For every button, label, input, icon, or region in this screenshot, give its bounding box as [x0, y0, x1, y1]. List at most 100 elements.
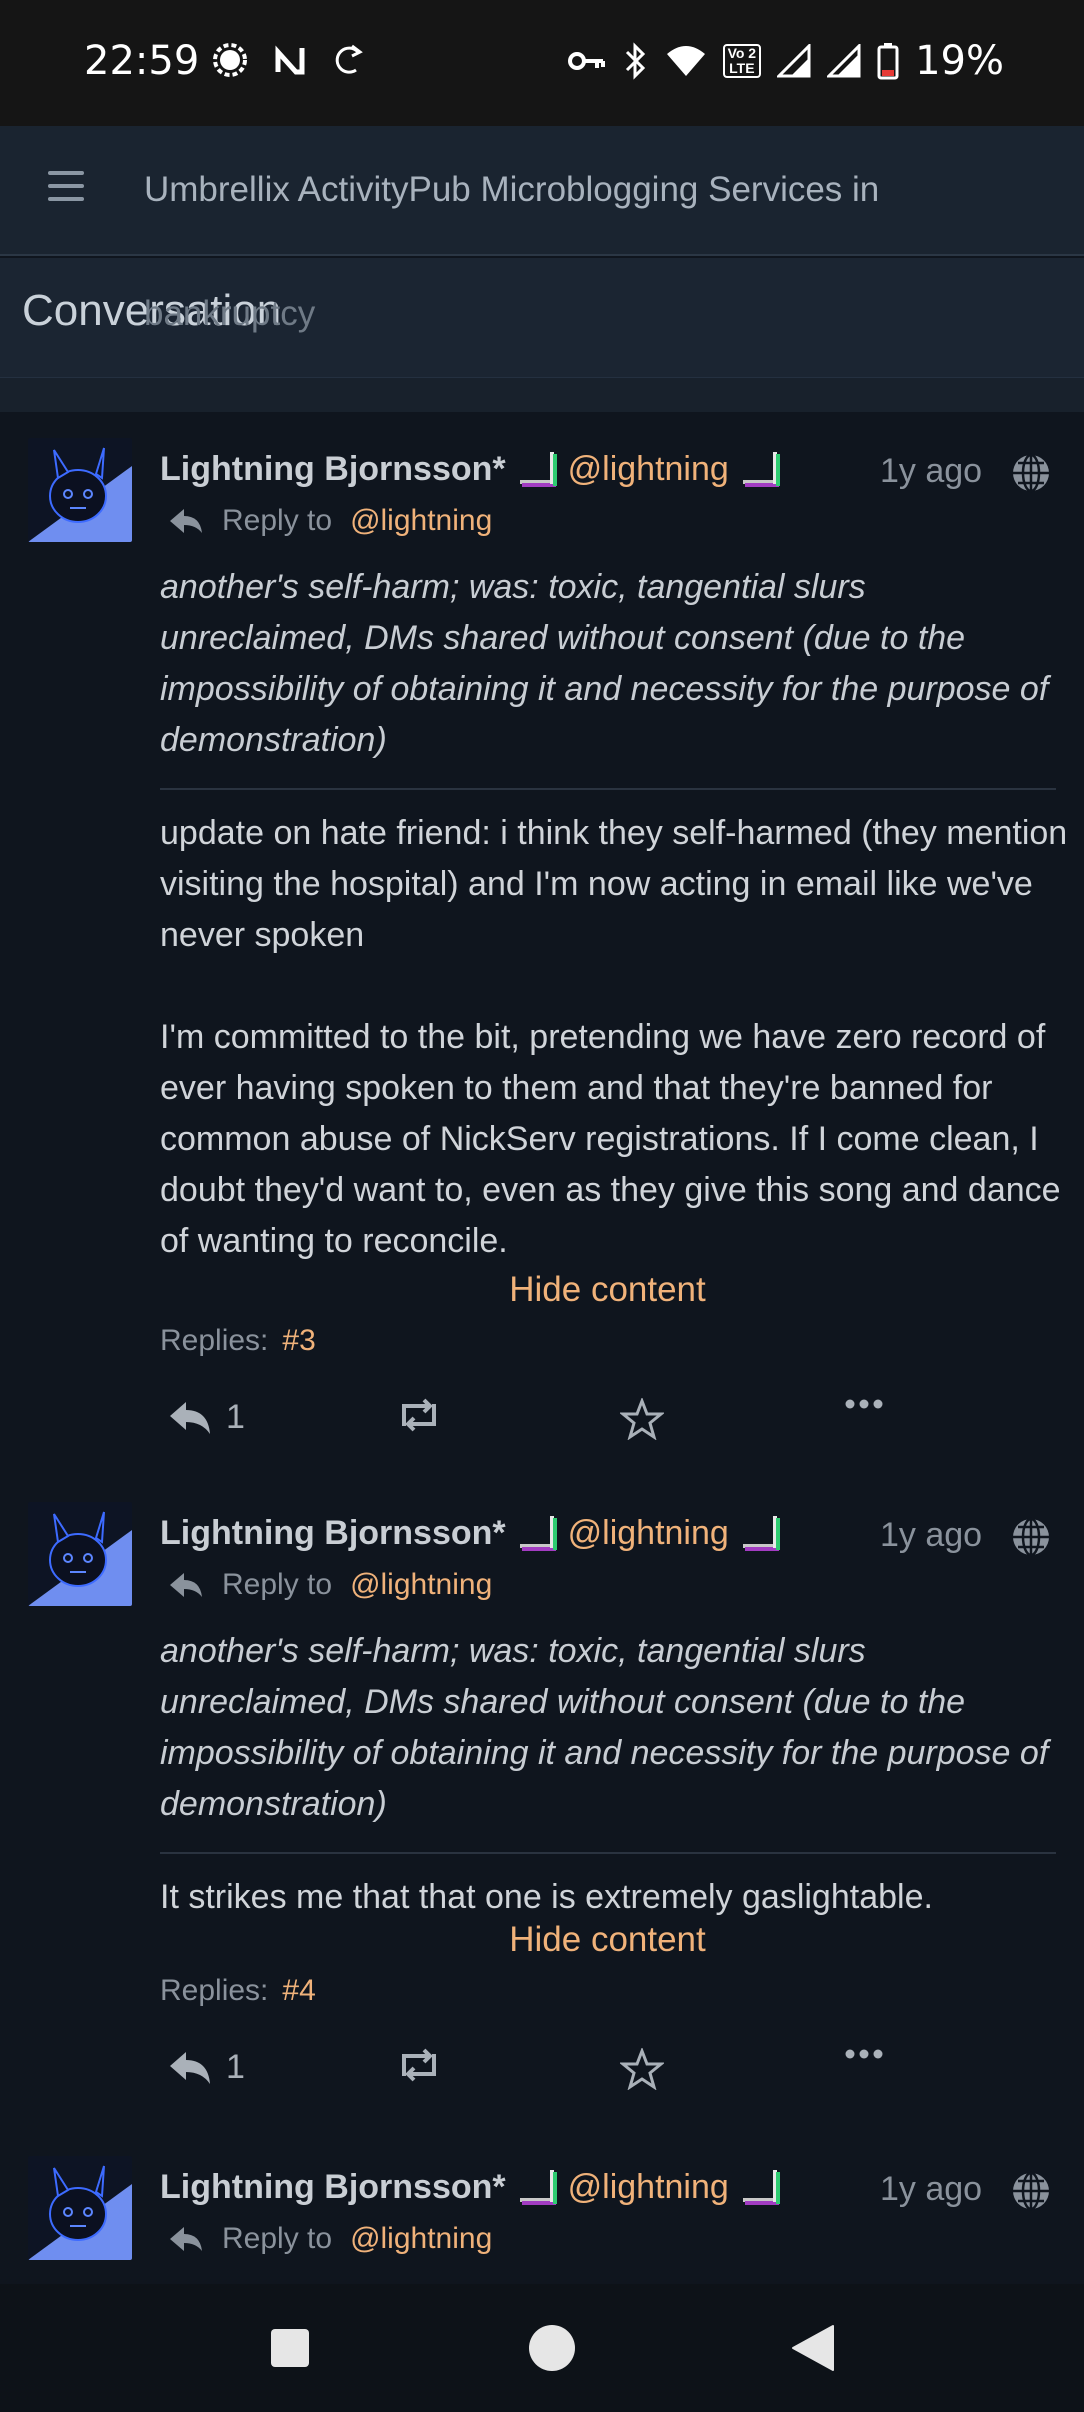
replies-row: Replies: #4: [160, 1974, 316, 2008]
content-warning[interactable]: another's self-harm; was: toxic, tangent…: [160, 1626, 1060, 1830]
status-right-icons: Vo 2 LTE 19%: [567, 38, 1004, 84]
reply-to-handle[interactable]: @lightning: [350, 1568, 492, 1602]
reply-link[interactable]: #3: [282, 1324, 315, 1358]
home-button[interactable]: [512, 2284, 592, 2412]
reply-to-label: Reply to: [222, 2222, 333, 2255]
boost-icon: [402, 1398, 436, 1432]
bluetooth-icon: [625, 42, 645, 80]
reply-to-line: Reply to @lightning: [168, 2222, 492, 2256]
more-options-button[interactable]: [844, 2048, 884, 2060]
pride-flag-icon: [742, 2170, 780, 2205]
reply-link[interactable]: #4: [282, 1974, 315, 2008]
replies-label: Replies:: [160, 1974, 269, 2007]
reply-arrow-icon: [170, 509, 202, 533]
status-time: 22:59: [84, 38, 200, 84]
reply-arrow-icon: [170, 1573, 202, 1597]
author-name[interactable]: Lightning Bjornsson*: [160, 450, 506, 489]
volte-lte-text: LTE: [729, 60, 755, 76]
author-handle[interactable]: @lightning: [568, 2168, 729, 2207]
more-icon: [845, 2049, 883, 2059]
more-options-button[interactable]: [844, 1398, 884, 1410]
cell-signal-icon: [827, 44, 861, 78]
post-author-row: Lightning Bjornsson* @lightning: [160, 2162, 791, 2212]
back-button[interactable]: [772, 2284, 852, 2412]
nfc-icon: [275, 45, 305, 75]
reply-button[interactable]: 1: [168, 2048, 245, 2087]
reply-icon: [170, 2051, 210, 2084]
content-warning[interactable]: another's self-harm; was: toxic, tangent…: [160, 562, 1060, 766]
volte-text: Vo 2: [727, 45, 757, 61]
app-screen: 22:59 Vo 2 LTE 19% Umbrellix ActivityPub…: [0, 0, 1084, 2412]
pride-flag-icon: [519, 2170, 557, 2205]
hide-content-toggle[interactable]: Hide content: [0, 1270, 1084, 1310]
status-bar: 22:59 Vo 2 LTE 19%: [0, 0, 1084, 126]
reply-to-line: Reply to @lightning: [168, 504, 492, 538]
post-actions: 1: [168, 2048, 908, 2108]
post-time[interactable]: 1y ago: [880, 1516, 982, 1555]
reply-count: 1: [226, 2048, 245, 2086]
pride-flag-icon: [519, 1516, 557, 1551]
hide-content-toggle[interactable]: Hide content: [0, 1920, 1084, 1960]
pride-flag-icon: [742, 1516, 780, 1551]
vpn-key-icon: [567, 52, 605, 70]
avatar[interactable]: [28, 438, 132, 542]
favourite-button[interactable]: [620, 2048, 664, 2090]
divider: [160, 1852, 1056, 1854]
reply-to-label: Reply to: [222, 1568, 333, 1601]
hamburger-menu-icon[interactable]: [48, 171, 84, 207]
favourite-button[interactable]: [620, 1398, 664, 1440]
author-handle[interactable]: @lightning: [568, 1514, 729, 1553]
post-card: Lightning Bjornsson* @lightning 1y ago R…: [0, 438, 1084, 1458]
replies-row: Replies: #3: [160, 1324, 316, 1358]
pride-flag-icon: [742, 452, 780, 487]
status-left-icons: [210, 40, 366, 80]
instance-title[interactable]: Umbrellix ActivityPub Microblogging Serv…: [144, 170, 1084, 210]
globe-visibility-icon: [1013, 1517, 1049, 1557]
more-icon: [845, 1399, 883, 1409]
boost-button[interactable]: [396, 1398, 442, 1432]
battery-percent: 19%: [915, 38, 1004, 84]
back-triangle-icon: [792, 2325, 834, 2371]
post-author-row: Lightning Bjornsson* @lightning: [160, 1508, 791, 1558]
author-name[interactable]: Lightning Bjornsson*: [160, 1514, 506, 1553]
avatar[interactable]: [28, 2156, 132, 2260]
pride-flag-icon: [519, 452, 557, 487]
divider: [160, 788, 1056, 790]
reply-arrow-icon: [170, 2227, 202, 2251]
sync-icon: [335, 44, 363, 74]
wifi-icon: [666, 46, 705, 76]
reply-to-handle[interactable]: @lightning: [350, 504, 492, 538]
post-card: Lightning Bjornsson* @lightning 1y ago R…: [0, 1502, 1084, 2102]
reply-to-label: Reply to: [222, 504, 333, 537]
system-nav-bar: [0, 2284, 1084, 2412]
reply-button[interactable]: 1: [168, 1398, 245, 1437]
home-circle-icon: [529, 2325, 575, 2371]
app-bar: Umbrellix ActivityPub Microblogging Serv…: [0, 126, 1084, 256]
boost-button[interactable]: [396, 2048, 442, 2082]
post-body: It strikes me that that one is extremely…: [160, 1878, 933, 1916]
boost-icon: [402, 2048, 436, 2082]
globe-visibility-icon: [1013, 2171, 1049, 2211]
author-handle[interactable]: @lightning: [568, 450, 729, 489]
reply-to-handle[interactable]: @lightning: [350, 2222, 492, 2256]
replies-label: Replies:: [160, 1324, 269, 1357]
globe-visibility-icon: [1013, 453, 1049, 493]
avatar[interactable]: [28, 1502, 132, 1606]
post-time[interactable]: 1y ago: [880, 452, 982, 491]
battery-low-icon: [877, 43, 899, 80]
previous-post-action-strip: [0, 378, 1084, 412]
volte-icon: Vo 2 LTE: [722, 44, 762, 78]
post-author-row: Lightning Bjornsson* @lightning: [160, 444, 791, 494]
reply-to-line: Reply to @lightning: [168, 1568, 492, 1602]
post-body: update on hate friend: i think they self…: [160, 814, 1068, 1260]
post-actions: 1: [168, 1398, 908, 1458]
instance-title-overflow: bankruptcy: [144, 294, 316, 333]
author-name[interactable]: Lightning Bjornsson*: [160, 2168, 506, 2207]
cell-signal-icon: [777, 44, 811, 78]
post-card: Lightning Bjornsson* @lightning 1y ago R…: [0, 2156, 1084, 2284]
signal-messenger-icon: [213, 43, 247, 77]
star-icon: [620, 2048, 664, 2090]
post-time[interactable]: 1y ago: [880, 2170, 982, 2209]
recents-button[interactable]: [250, 2284, 330, 2412]
reply-count: 1: [226, 1398, 245, 1436]
